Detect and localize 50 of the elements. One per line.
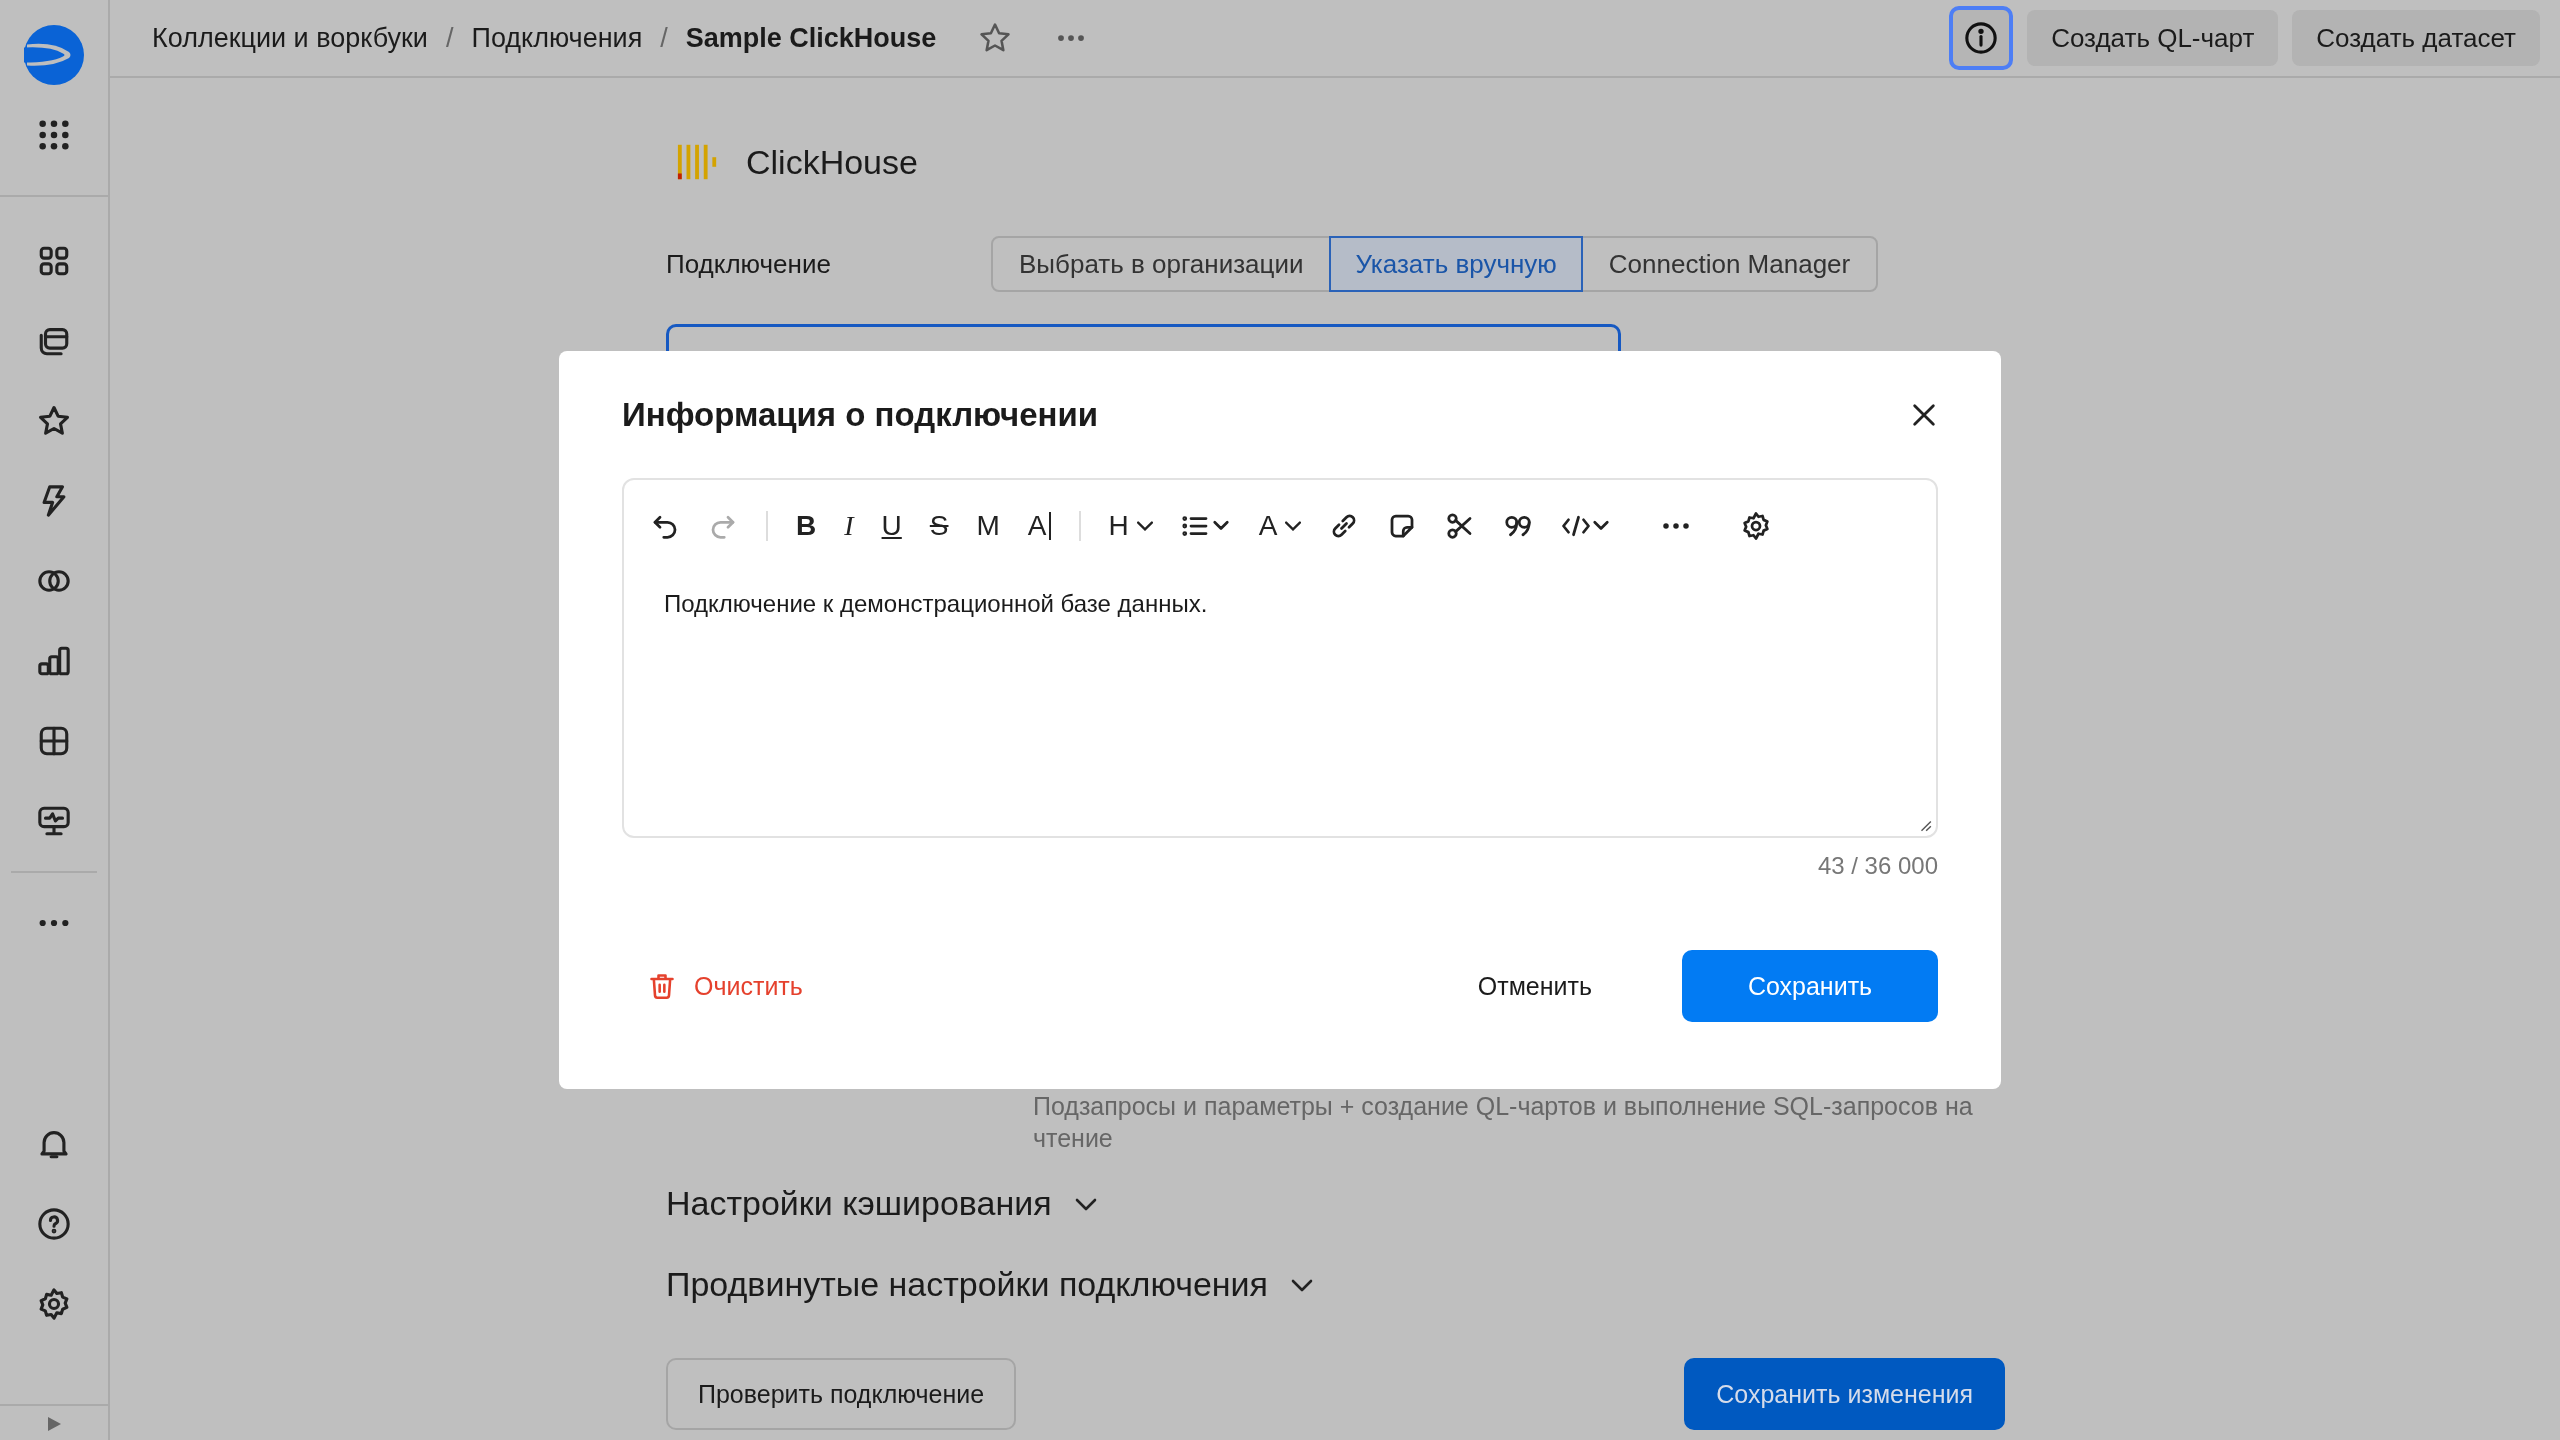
bar-chart-icon[interactable] — [37, 644, 71, 678]
clear-button[interactable]: Очистить — [622, 971, 803, 1001]
header-button[interactable]: Создать QL-чарт — [2027, 10, 2279, 66]
grid-icon[interactable] — [37, 244, 71, 278]
resize-handle-icon[interactable] — [1918, 818, 1932, 832]
settings-icon[interactable] — [37, 1287, 71, 1321]
breadcrumb-current: Sample ClickHouse — [685, 22, 937, 54]
bold-button[interactable]: B — [796, 510, 817, 542]
info-button[interactable] — [1949, 6, 2014, 70]
monospace-button[interactable]: M — [976, 510, 1000, 542]
section-toggle[interactable]: Настройки кэширования — [666, 1184, 1098, 1223]
chevron-icon — [1285, 521, 1302, 531]
italic-button[interactable]: I — [844, 510, 854, 542]
star-icon[interactable] — [978, 21, 1013, 55]
underline-button[interactable]: U — [881, 510, 902, 542]
character-counter: 43 / 36 000 — [1817, 852, 1938, 880]
segment-tab[interactable]: Connection Manager — [1582, 236, 1877, 292]
breadcrumb-separator: / — [660, 22, 668, 54]
section-toggle[interactable]: Продвинутые настройки подключения — [666, 1265, 1314, 1304]
apps-grid-icon[interactable] — [37, 118, 71, 152]
breadcrumb-link[interactable]: Подключения — [471, 22, 643, 54]
info-icon — [1964, 21, 1999, 55]
chevron-icon — [1136, 521, 1153, 531]
permissions-note: Подзапросы и параметры + создание QL-чартов и выполнение SQL-запросов на чтение — [1033, 1091, 1974, 1154]
header-button[interactable]: Создать датасет — [2292, 10, 2540, 66]
strikethrough-button[interactable]: S — [929, 510, 949, 542]
heading-button[interactable]: H — [1108, 510, 1153, 542]
cancel-button[interactable]: Отменить — [1437, 971, 1632, 1001]
text-size-button[interactable]: A — [1027, 510, 1051, 542]
text-editor[interactable]: B I U S M A H A Подключение к демонстрационной базе данных. — [622, 478, 1938, 838]
dialog-title: Информация о подключении — [622, 396, 1099, 434]
check-connection-button[interactable]: Проверить подключение — [666, 1358, 1017, 1430]
connector-title: ClickHouse — [746, 142, 918, 182]
breadcrumb-link[interactable]: Коллекции и воркбуки — [152, 22, 428, 54]
segment-tab[interactable]: Выбрать в организации — [993, 236, 1330, 292]
editor-text: Подключение к демонстрационной базе данных. — [664, 590, 1209, 618]
help-icon[interactable] — [37, 1207, 71, 1241]
monitor-icon[interactable] — [37, 804, 71, 838]
connection-label: Подключение — [666, 248, 832, 280]
close-icon[interactable] — [1910, 401, 1938, 429]
save-button[interactable]: Сохранить — [1682, 950, 1938, 1022]
trash-icon — [648, 971, 676, 1001]
star-icon[interactable] — [37, 404, 71, 438]
breadcrumb-separator: / — [445, 22, 454, 54]
settings-icon[interactable] — [1741, 511, 1772, 541]
logo-icon[interactable] — [21, 22, 87, 88]
table-icon[interactable] — [37, 724, 71, 758]
text-color-button[interactable]: A — [1258, 510, 1302, 542]
segment-tab[interactable]: Указать вручную — [1329, 236, 1583, 292]
save-changes-button[interactable]: Сохранить изменения — [1684, 1358, 2005, 1430]
